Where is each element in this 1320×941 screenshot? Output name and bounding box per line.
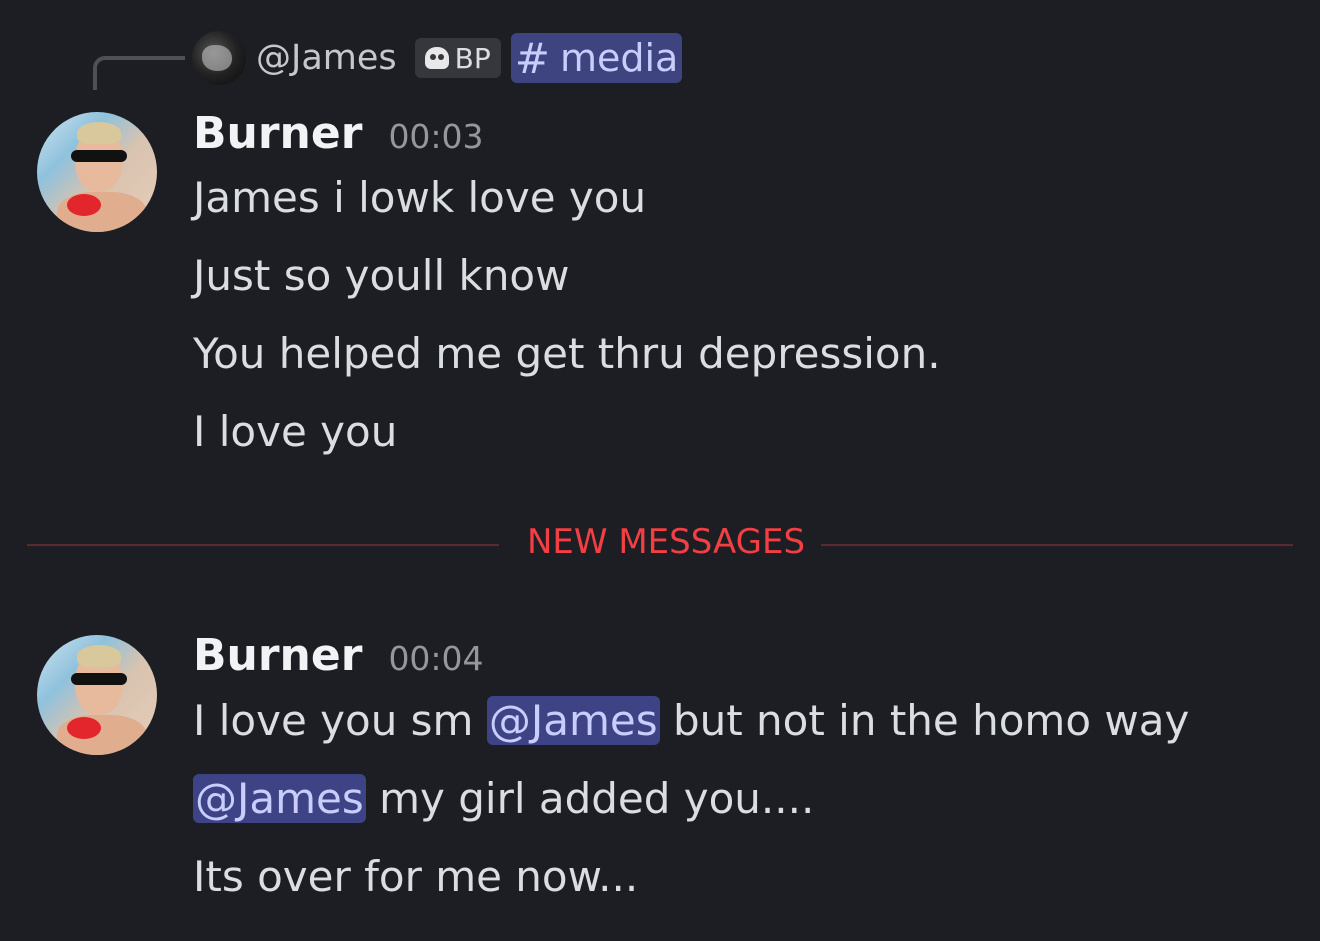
server-tag-badge[interactable]: BP	[414, 38, 501, 78]
message-text: Its over for me now...	[193, 852, 639, 901]
server-tag-label: BP	[454, 41, 491, 75]
channel-mention-label: media	[559, 36, 679, 80]
reply-spine	[93, 56, 185, 90]
reply-avatar[interactable]	[192, 31, 246, 85]
user-mention[interactable]: @James	[193, 774, 366, 823]
skull-icon	[424, 47, 449, 69]
reply-username[interactable]: @James	[256, 38, 397, 78]
reply-reference[interactable]: @James BP # media	[192, 31, 683, 85]
timestamp[interactable]: 00:03	[388, 117, 483, 156]
text-segment: my girl added you....	[365, 774, 815, 823]
message-text: I love you	[193, 407, 398, 456]
message-text: You helped me get thru depression.	[193, 329, 941, 378]
chat-messages: @James BP # media Burner 00:03 James i l…	[0, 0, 1320, 941]
message-text: I love you sm @James but not in the homo…	[193, 693, 1189, 749]
message-text: @James my girl added you....	[193, 771, 814, 827]
channel-mention[interactable]: # media	[510, 33, 683, 83]
divider-line-left	[27, 544, 499, 546]
username[interactable]: Burner	[193, 108, 362, 159]
message-header: Burner 00:03	[193, 108, 484, 159]
avatar[interactable]	[37, 112, 157, 232]
new-messages-label: NEW MESSAGES	[527, 522, 806, 562]
username[interactable]: Burner	[193, 630, 362, 681]
timestamp[interactable]: 00:04	[388, 639, 483, 678]
text-segment: I love you sm	[193, 696, 487, 745]
hash-icon: #	[514, 33, 550, 83]
avatar[interactable]	[37, 635, 157, 755]
divider-line-right	[821, 544, 1293, 546]
message-text: Just so youll know	[193, 251, 570, 300]
message-header: Burner 00:04	[193, 630, 484, 681]
text-segment: but not in the homo way	[659, 696, 1190, 745]
user-mention[interactable]: @James	[486, 696, 660, 745]
message-text: James i lowk love you	[193, 173, 647, 222]
